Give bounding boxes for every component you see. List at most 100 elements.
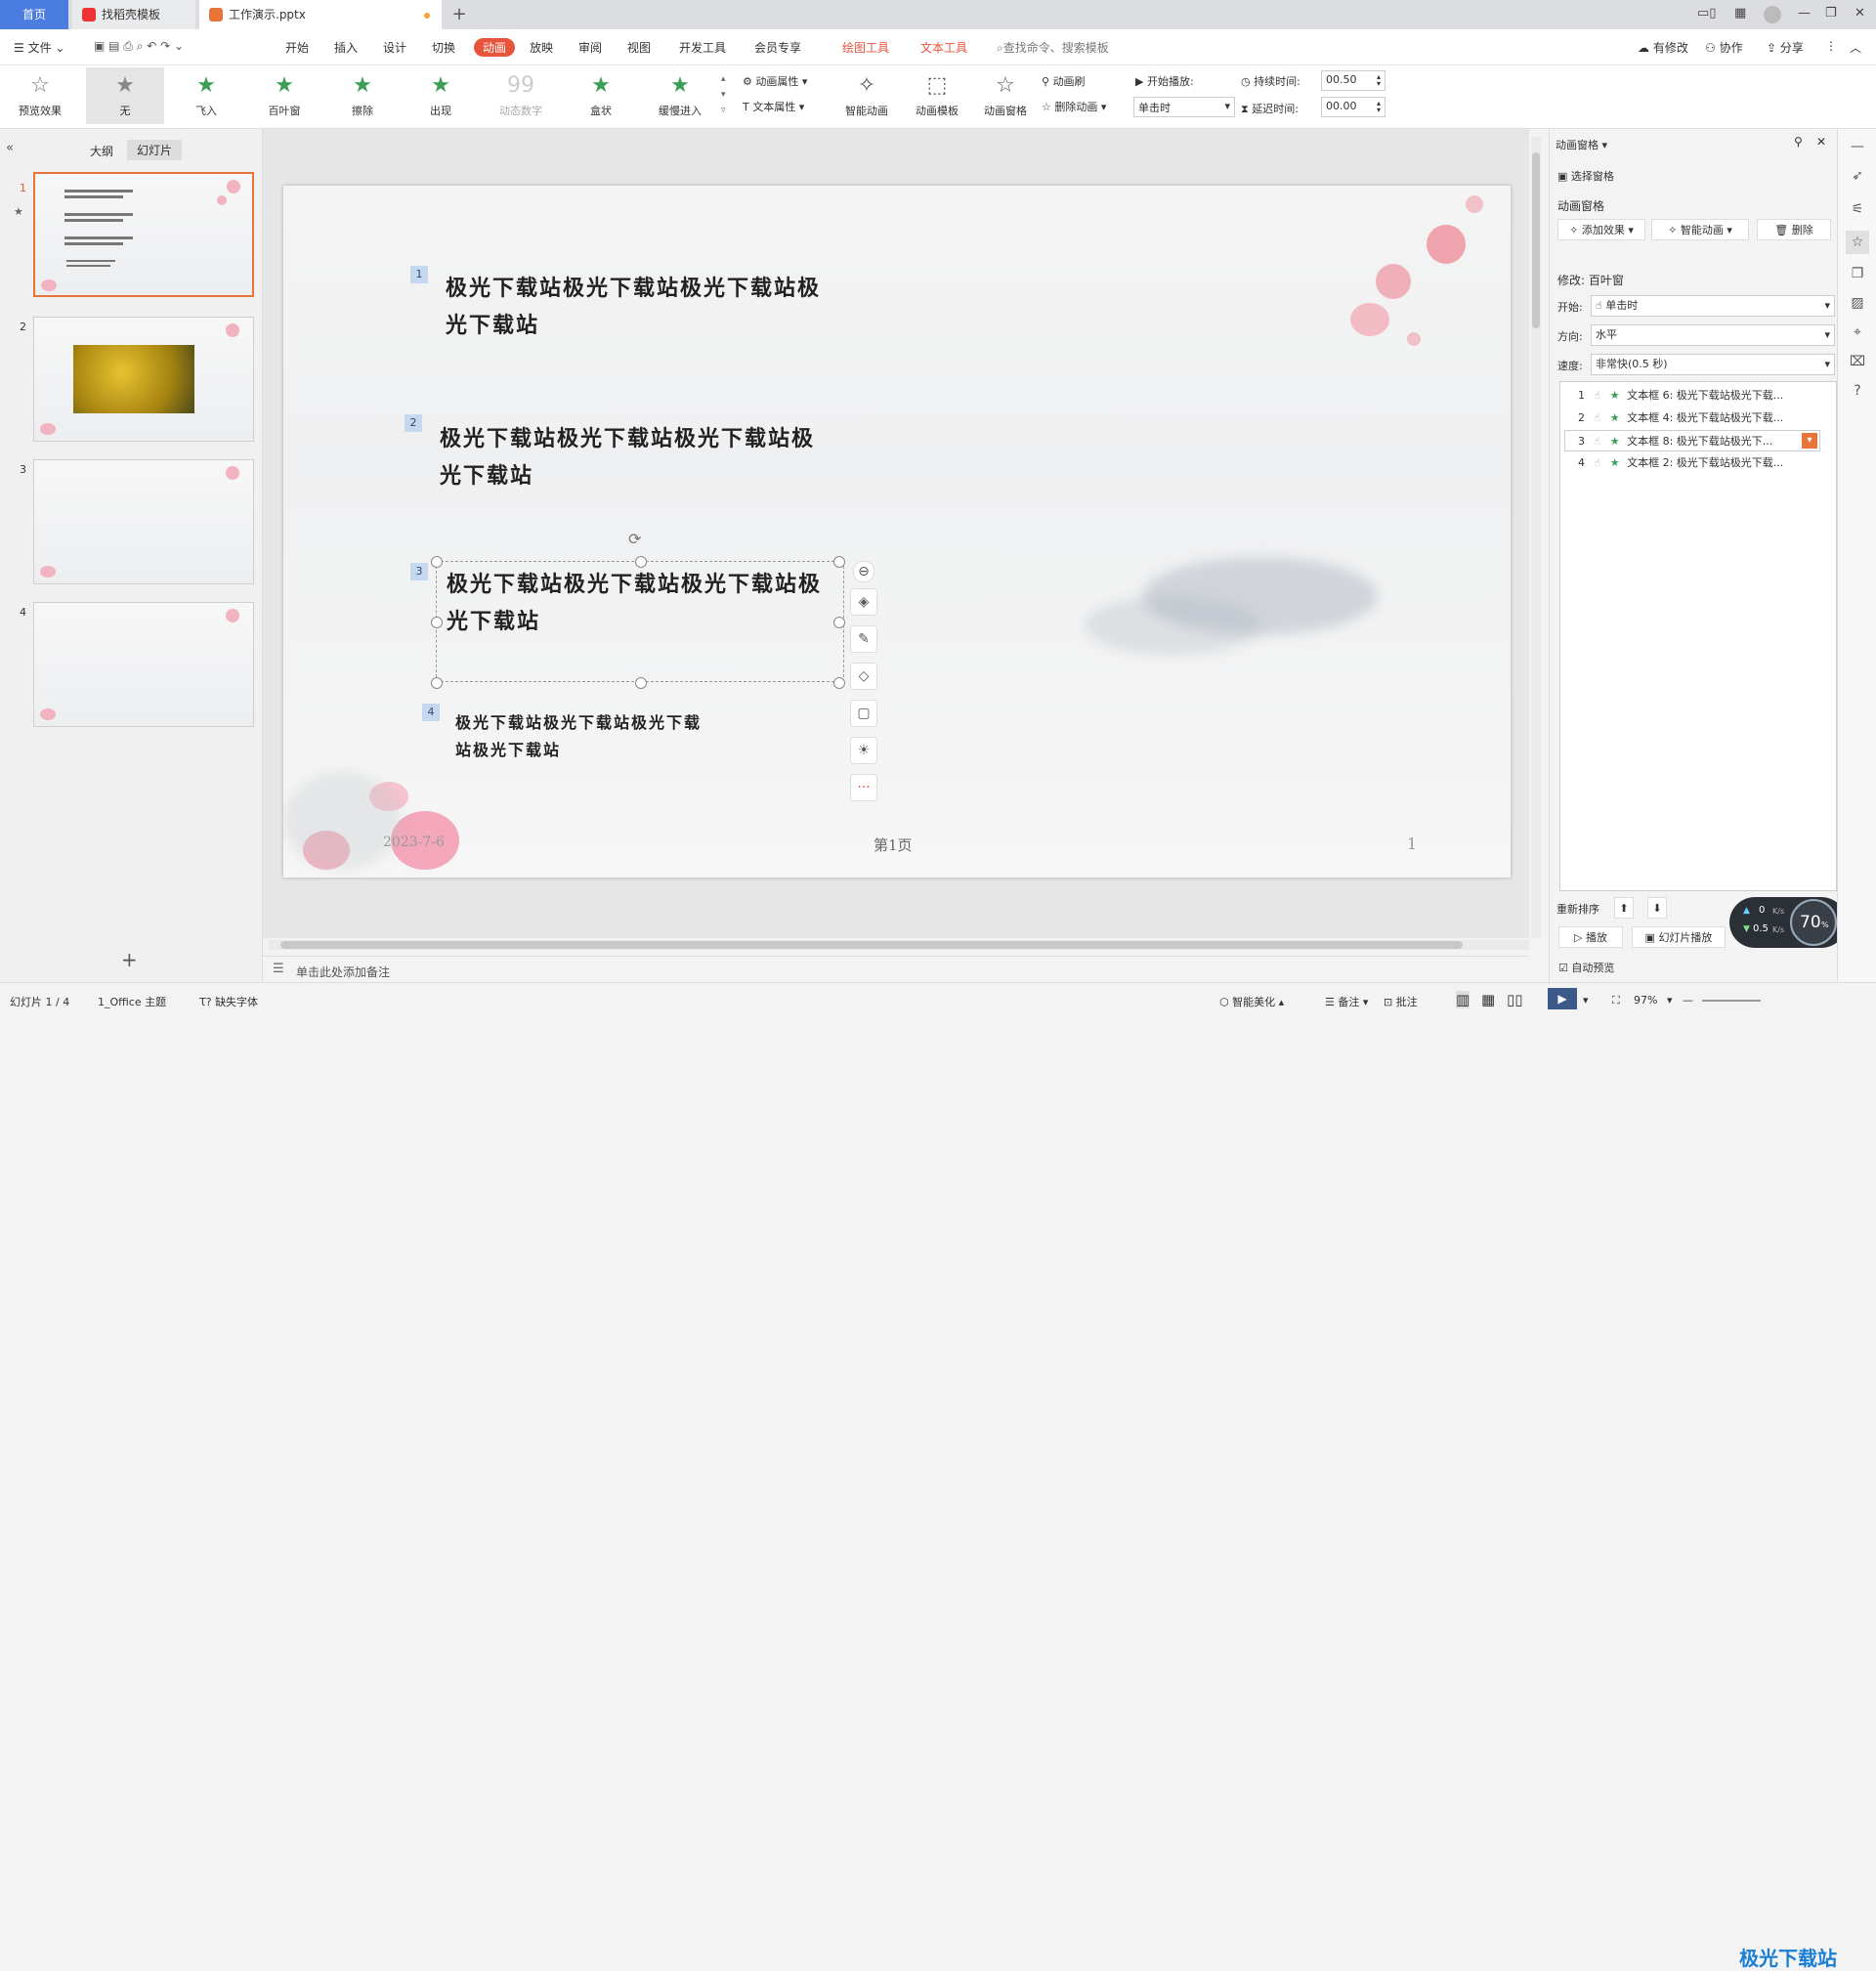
settings-sliders-icon[interactable]: ⚟ [1850, 201, 1865, 217]
menu-view[interactable]: 视图 [627, 39, 651, 56]
h-scroll-thumb[interactable] [280, 941, 1463, 949]
effect-dynamic-number[interactable]: 99 动态数字 [481, 67, 561, 124]
beautify-button[interactable]: ⬡ 智能美化 ▴ [1219, 994, 1284, 1009]
close-icon[interactable]: ✕ [1855, 6, 1865, 21]
menu-slideshow[interactable]: 放映 [530, 39, 553, 56]
anim-list-item-selected[interactable]: 3 ☝ ★ 文本框 8: 极光下载站极光下... ▾ [1564, 430, 1820, 451]
zoom-slider[interactable] [1702, 1000, 1761, 1002]
normal-view-icon[interactable]: ▥ [1456, 991, 1471, 1008]
effect-blinds[interactable]: ★ 百叶窗 [246, 67, 322, 124]
book-icon[interactable]: ⌧ [1850, 354, 1865, 369]
direction-dropdown[interactable]: 水平 ▾ [1591, 324, 1835, 346]
delete-button[interactable]: 🗑 删除 [1757, 219, 1831, 240]
pin-icon[interactable]: ⚲ [1794, 135, 1803, 149]
slide-thumb-3[interactable] [33, 459, 254, 584]
fit-window-icon[interactable]: ⛶ [1612, 994, 1620, 1007]
pen-icon[interactable]: ✎ [850, 625, 877, 653]
move-down-arrow-icon[interactable]: ⬇ [1647, 897, 1667, 919]
resize-handle[interactable] [431, 677, 443, 689]
pane-close-icon[interactable]: ✕ [1816, 135, 1826, 149]
tab-template[interactable]: 找稻壳模板 [72, 0, 195, 29]
new-tab-plus-icon[interactable]: + [449, 0, 469, 29]
pane-title[interactable]: 动画窗格 ▾ [1556, 137, 1607, 152]
layout-icon[interactable]: ▭▯ [1697, 6, 1716, 21]
animation-star-icon[interactable]: ☆ [1846, 231, 1869, 254]
select-pane-button[interactable]: ▣ 选择窗格 [1557, 168, 1614, 184]
textbox-4[interactable]: 极光下载站极光下载站极光下载站极光下载站 [455, 709, 709, 764]
search-command[interactable]: ⌕查找命令、搜索模板 [997, 39, 1109, 56]
effect-slow-enter[interactable]: ★ 缓慢进入 [641, 67, 719, 124]
help-icon[interactable]: ? [1850, 383, 1865, 399]
comment-button[interactable]: ⊡ 批注 [1384, 994, 1418, 1009]
play-button[interactable]: ▷ 播放 [1558, 926, 1623, 948]
sorter-view-icon[interactable]: ▦ [1481, 991, 1495, 1008]
item-dropdown-icon[interactable]: ▾ [1802, 433, 1817, 449]
more-dots-icon[interactable]: ··· [850, 774, 877, 801]
auto-preview-checkbox[interactable]: ☑ 自动预览 [1558, 960, 1614, 975]
effect-wipe[interactable]: ★ 擦除 [324, 67, 401, 124]
effect-none[interactable]: ★ 无 [86, 67, 164, 124]
textbox-1[interactable]: 极光下载站极光下载站极光下载站极光下载站 [446, 270, 827, 344]
effect-box[interactable]: ★ 盒状 [563, 67, 639, 124]
start-dropdown[interactable]: ☝ 单击时 ▾ [1591, 295, 1835, 317]
anim-brush-button[interactable]: ⚲ 动画刷 [1042, 73, 1086, 89]
theme-name[interactable]: 1_Office 主题 [98, 994, 166, 1009]
minimize-icon[interactable]: — [1798, 6, 1811, 21]
border-icon[interactable]: ▢ [850, 700, 877, 727]
modified-button[interactable]: ☁ 有修改 [1638, 39, 1688, 56]
menu-start[interactable]: 开始 [285, 39, 309, 56]
menu-transition[interactable]: 切换 [432, 39, 455, 56]
anim-props-button[interactable]: ⚙ 动画属性 ▾ [743, 73, 807, 89]
zoom-value[interactable]: 97% [1634, 994, 1657, 1007]
resize-handle[interactable] [431, 556, 443, 568]
effects-scroll-icon[interactable]: ▴ ▾ ▿ [721, 71, 726, 118]
slideshow-button[interactable]: ▣ 幻灯片播放 [1632, 926, 1726, 948]
menu-file[interactable]: ☰ 文件 ⌄ [14, 39, 64, 56]
anim-pane-button[interactable]: ☆ 动画窗格 [977, 67, 1034, 124]
add-effect-button[interactable]: ✧ 添加效果 ▾ [1557, 219, 1645, 240]
menu-member[interactable]: 会员专享 [754, 39, 801, 56]
resize-handle[interactable] [635, 556, 647, 568]
grid-icon[interactable]: ▦ [1734, 6, 1746, 21]
slide-canvas[interactable]: 1 极光下载站极光下载站极光下载站极光下载站 2 极光下载站极光下载站极光下载站… [283, 186, 1511, 878]
horizontal-scrollbar[interactable] [269, 940, 1529, 950]
textbox-2[interactable]: 极光下载站极光下载站极光下载站极光下载站 [440, 420, 821, 494]
resize-handle[interactable] [833, 617, 845, 628]
anim-template-button[interactable]: ⬚ 动画模板 [907, 67, 967, 124]
tab-file[interactable]: 工作演示.pptx [199, 0, 442, 29]
tab-slides[interactable]: 幻灯片 [127, 140, 183, 160]
netspeed-widget[interactable]: ▲ 0 K/s ▼ 0.5 K/s 70 % [1729, 897, 1847, 948]
menu-developer[interactable]: 开发工具 [679, 39, 726, 56]
textbox-3-selection[interactable]: 极光下载站极光下载站极光下载站极光下载站 [431, 556, 845, 689]
menu-design[interactable]: 设计 [383, 39, 406, 56]
anim-list-item[interactable]: 1 ☝ ★ 文本框 6: 极光下载站极光下载... [1564, 385, 1820, 407]
resize-handle[interactable] [431, 617, 443, 628]
duration-spinner-icon[interactable]: ▴ ▾ [1377, 73, 1381, 88]
menu-review[interactable]: 审阅 [578, 39, 602, 56]
fill-icon[interactable]: ◇ [850, 663, 877, 690]
tab-home[interactable]: 首页 [0, 0, 68, 29]
idea-bulb-icon[interactable]: ☀ [850, 737, 877, 764]
slide-thumb-2[interactable] [33, 317, 254, 442]
anim-list-item[interactable]: 2 ☝ ★ 文本框 4: 极光下载站极光下载... [1564, 407, 1820, 429]
scroll-thumb[interactable] [1532, 152, 1540, 328]
collapse-panel-icon[interactable]: « [6, 141, 14, 155]
slide-thumb-1[interactable] [33, 172, 254, 297]
layers-icon[interactable]: ◈ [850, 588, 877, 616]
menu-insert[interactable]: 插入 [334, 39, 358, 56]
resize-handle[interactable] [833, 556, 845, 568]
maximize-icon[interactable]: ❐ [1825, 6, 1837, 21]
start-select[interactable]: 单击时 ▾ [1133, 97, 1235, 117]
resize-handle[interactable] [635, 677, 647, 689]
preview-effect-button[interactable]: ☆ 预览效果 [6, 67, 74, 124]
rotate-handle-icon[interactable]: ⟳ [628, 530, 641, 548]
add-slide-plus-icon[interactable]: + [121, 948, 138, 971]
menu-text-tools[interactable]: 文本工具 [920, 39, 967, 56]
menu-animation[interactable]: 动画 [474, 38, 516, 57]
smart-anim-pane-button[interactable]: ✧ 智能动画 ▾ [1651, 219, 1749, 240]
avatar[interactable] [1764, 6, 1781, 23]
textbox-3[interactable]: 极光下载站极光下载站极光下载站极光下载站 [447, 566, 828, 640]
share-button[interactable]: ⇪ 分享 [1767, 39, 1804, 56]
effect-appear[interactable]: ★ 出现 [403, 67, 479, 124]
speed-dropdown[interactable]: 非常快(0.5 秒) ▾ [1591, 354, 1835, 375]
